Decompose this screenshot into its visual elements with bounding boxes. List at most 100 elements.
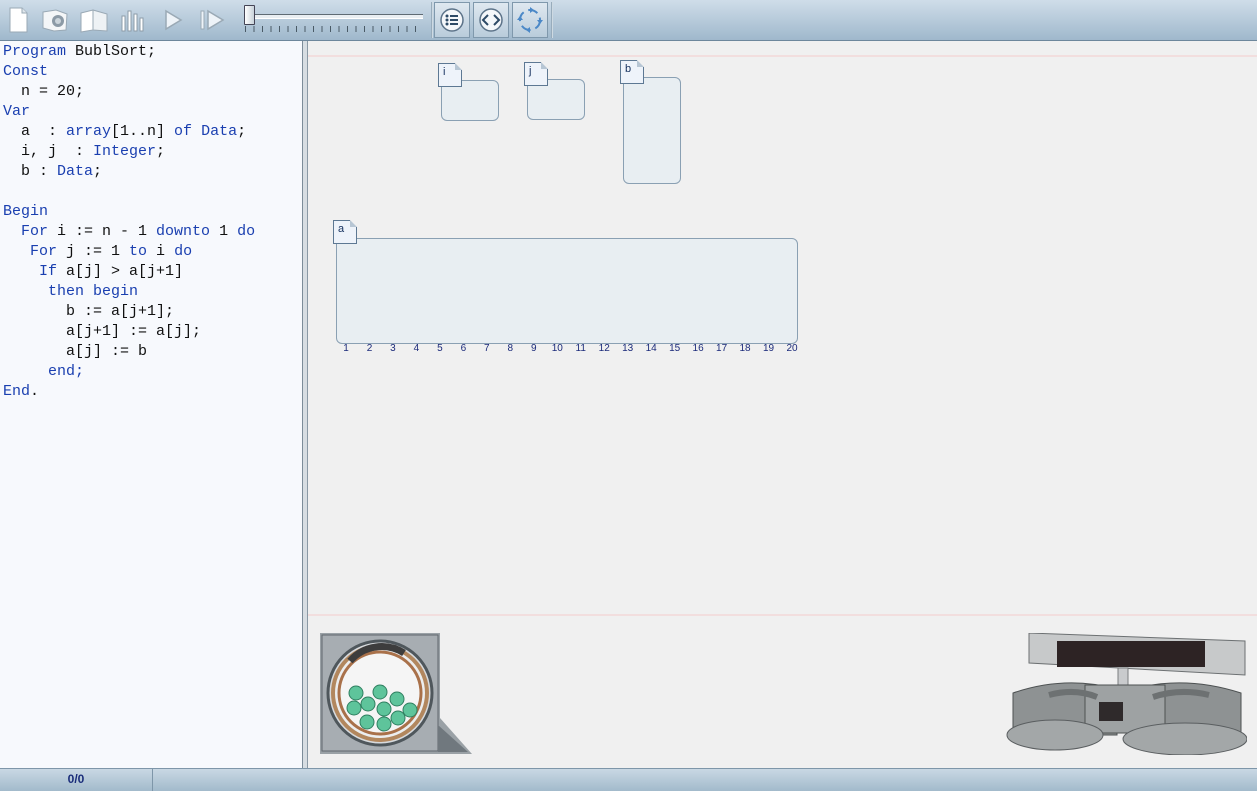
array-index-label: 19 (762, 343, 775, 354)
code-line-3: n = 20; (3, 82, 84, 102)
array-index-label: 5 (437, 343, 443, 354)
slider-track (247, 14, 423, 19)
code-line-4: Var (3, 102, 30, 122)
code-keyword: If (3, 263, 58, 280)
code-text: BublSort; (66, 43, 157, 60)
variable-j-label: j (529, 65, 532, 77)
variable-j-tag: j (524, 62, 548, 86)
array-index-label: 18 (739, 343, 751, 354)
code-text: j := 1 (57, 243, 130, 260)
code-keyword: do (174, 243, 193, 260)
variable-i-label: i (443, 66, 446, 78)
array-index-label: 11 (575, 343, 586, 354)
code-editor[interactable]: Program BublSort; Const n = 20; Var a : … (0, 41, 303, 768)
status-bar: 0/0 (0, 768, 1257, 791)
array-index-label: 10 (551, 343, 563, 354)
array-a-tag: a (333, 220, 357, 244)
code-line-7: b : Data; (3, 162, 102, 182)
code-line-11: For j := 1 to i do (3, 242, 192, 262)
code-text: i := n - 1 (48, 223, 157, 240)
code-keyword: to (129, 243, 148, 260)
code-text: b := a[j+1]; (3, 303, 175, 320)
refresh-icon[interactable] (512, 2, 548, 38)
code-keyword: array (66, 123, 112, 140)
array-a-box (336, 238, 798, 344)
code-text: a[j] > a[j+1] (57, 263, 184, 280)
array-index-label: 15 (669, 343, 681, 354)
code-line-5: a : array[1..n] of Data; (3, 122, 246, 142)
play-icon[interactable] (155, 3, 188, 36)
code-text: a[j+1] := a[j]; (3, 323, 202, 340)
step-forward-icon[interactable] (195, 3, 228, 36)
code-keyword: end; (3, 363, 85, 380)
guide-line-top (308, 55, 1257, 57)
guide-line-bottom (308, 614, 1257, 616)
array-index-label: 12 (598, 343, 610, 354)
code-keyword: Var (3, 103, 31, 120)
code-text: a : (3, 123, 67, 140)
code-text: a[j] := b (3, 343, 148, 360)
code-keyword: do (237, 223, 256, 240)
code-line-10: For i := n - 1 downto 1 do (3, 222, 255, 242)
book-icon[interactable] (77, 3, 110, 36)
sorting-machine-icon (1005, 632, 1248, 756)
code-text: ; (237, 123, 247, 140)
code-keyword: Const (3, 63, 49, 80)
array-index-label: 16 (692, 343, 704, 354)
list-view-icon[interactable] (434, 2, 470, 38)
ball-machine-icon (320, 633, 472, 757)
toolbar (0, 0, 1257, 41)
array-index-label: 2 (366, 343, 373, 354)
variable-b-tag: b (620, 60, 644, 84)
code-keyword: then begin (3, 283, 139, 300)
array-index-label: 17 (716, 343, 728, 354)
code-keyword: Integer (93, 143, 157, 160)
code-text: i (147, 243, 175, 260)
slider-thumb[interactable] (244, 5, 255, 25)
variable-i-tag: i (438, 63, 462, 87)
code-keyword: Data (201, 123, 238, 140)
code-line-6: i, j : Integer; (3, 142, 165, 162)
code-text: ; (156, 143, 166, 160)
code-keyword: of (174, 123, 193, 140)
code-text: . (30, 383, 40, 400)
new-document-icon[interactable] (1, 3, 34, 36)
code-line-15: a[j+1] := a[j]; (3, 322, 201, 342)
array-index-label: 1 (343, 343, 349, 354)
open-file-icon[interactable] (38, 3, 71, 36)
array-index-label: 9 (531, 343, 537, 354)
code-keyword: For (3, 243, 58, 260)
bar-chart-icon[interactable] (116, 3, 149, 36)
code-line-17: end; (3, 362, 84, 382)
code-text: b : (3, 163, 58, 180)
array-a-label: a (338, 223, 345, 235)
array-index-label: 14 (645, 343, 657, 354)
array-index-label: 3 (390, 343, 396, 354)
code-text: n = 20; (3, 83, 85, 100)
code-view-icon[interactable] (473, 2, 509, 38)
code-line-18: End. (3, 382, 39, 402)
code-keyword: Program (3, 43, 67, 60)
code-text: 1 (210, 223, 238, 240)
code-line-14: b := a[j+1]; (3, 302, 174, 322)
code-line-2: Const (3, 62, 48, 82)
code-keyword: End (3, 383, 31, 400)
code-text: i, j : (3, 143, 94, 160)
toolbar-separator (431, 2, 433, 38)
speed-slider[interactable] (241, 4, 425, 34)
step-counter: 0/0 (0, 769, 153, 791)
code-line-13: then begin (3, 282, 138, 302)
visualization-canvas: i j b a 1 2 3 4 5 6 7 8 9 10 11 12 13 14 15 16 17 18 19 20 (308, 41, 1257, 768)
array-index-label: 7 (484, 343, 490, 354)
slider-ticks (245, 26, 423, 32)
code-line-12: If a[j] > a[j+1] (3, 262, 183, 282)
array-index-label: 13 (622, 343, 634, 354)
array-index-label: 4 (413, 343, 420, 354)
code-text: [1..n] (111, 123, 175, 140)
variable-b-box (623, 77, 681, 184)
variable-b-label: b (625, 63, 632, 75)
array-index-label: 8 (507, 343, 514, 354)
code-keyword: Data (57, 163, 94, 180)
array-index-label: 6 (460, 343, 467, 354)
